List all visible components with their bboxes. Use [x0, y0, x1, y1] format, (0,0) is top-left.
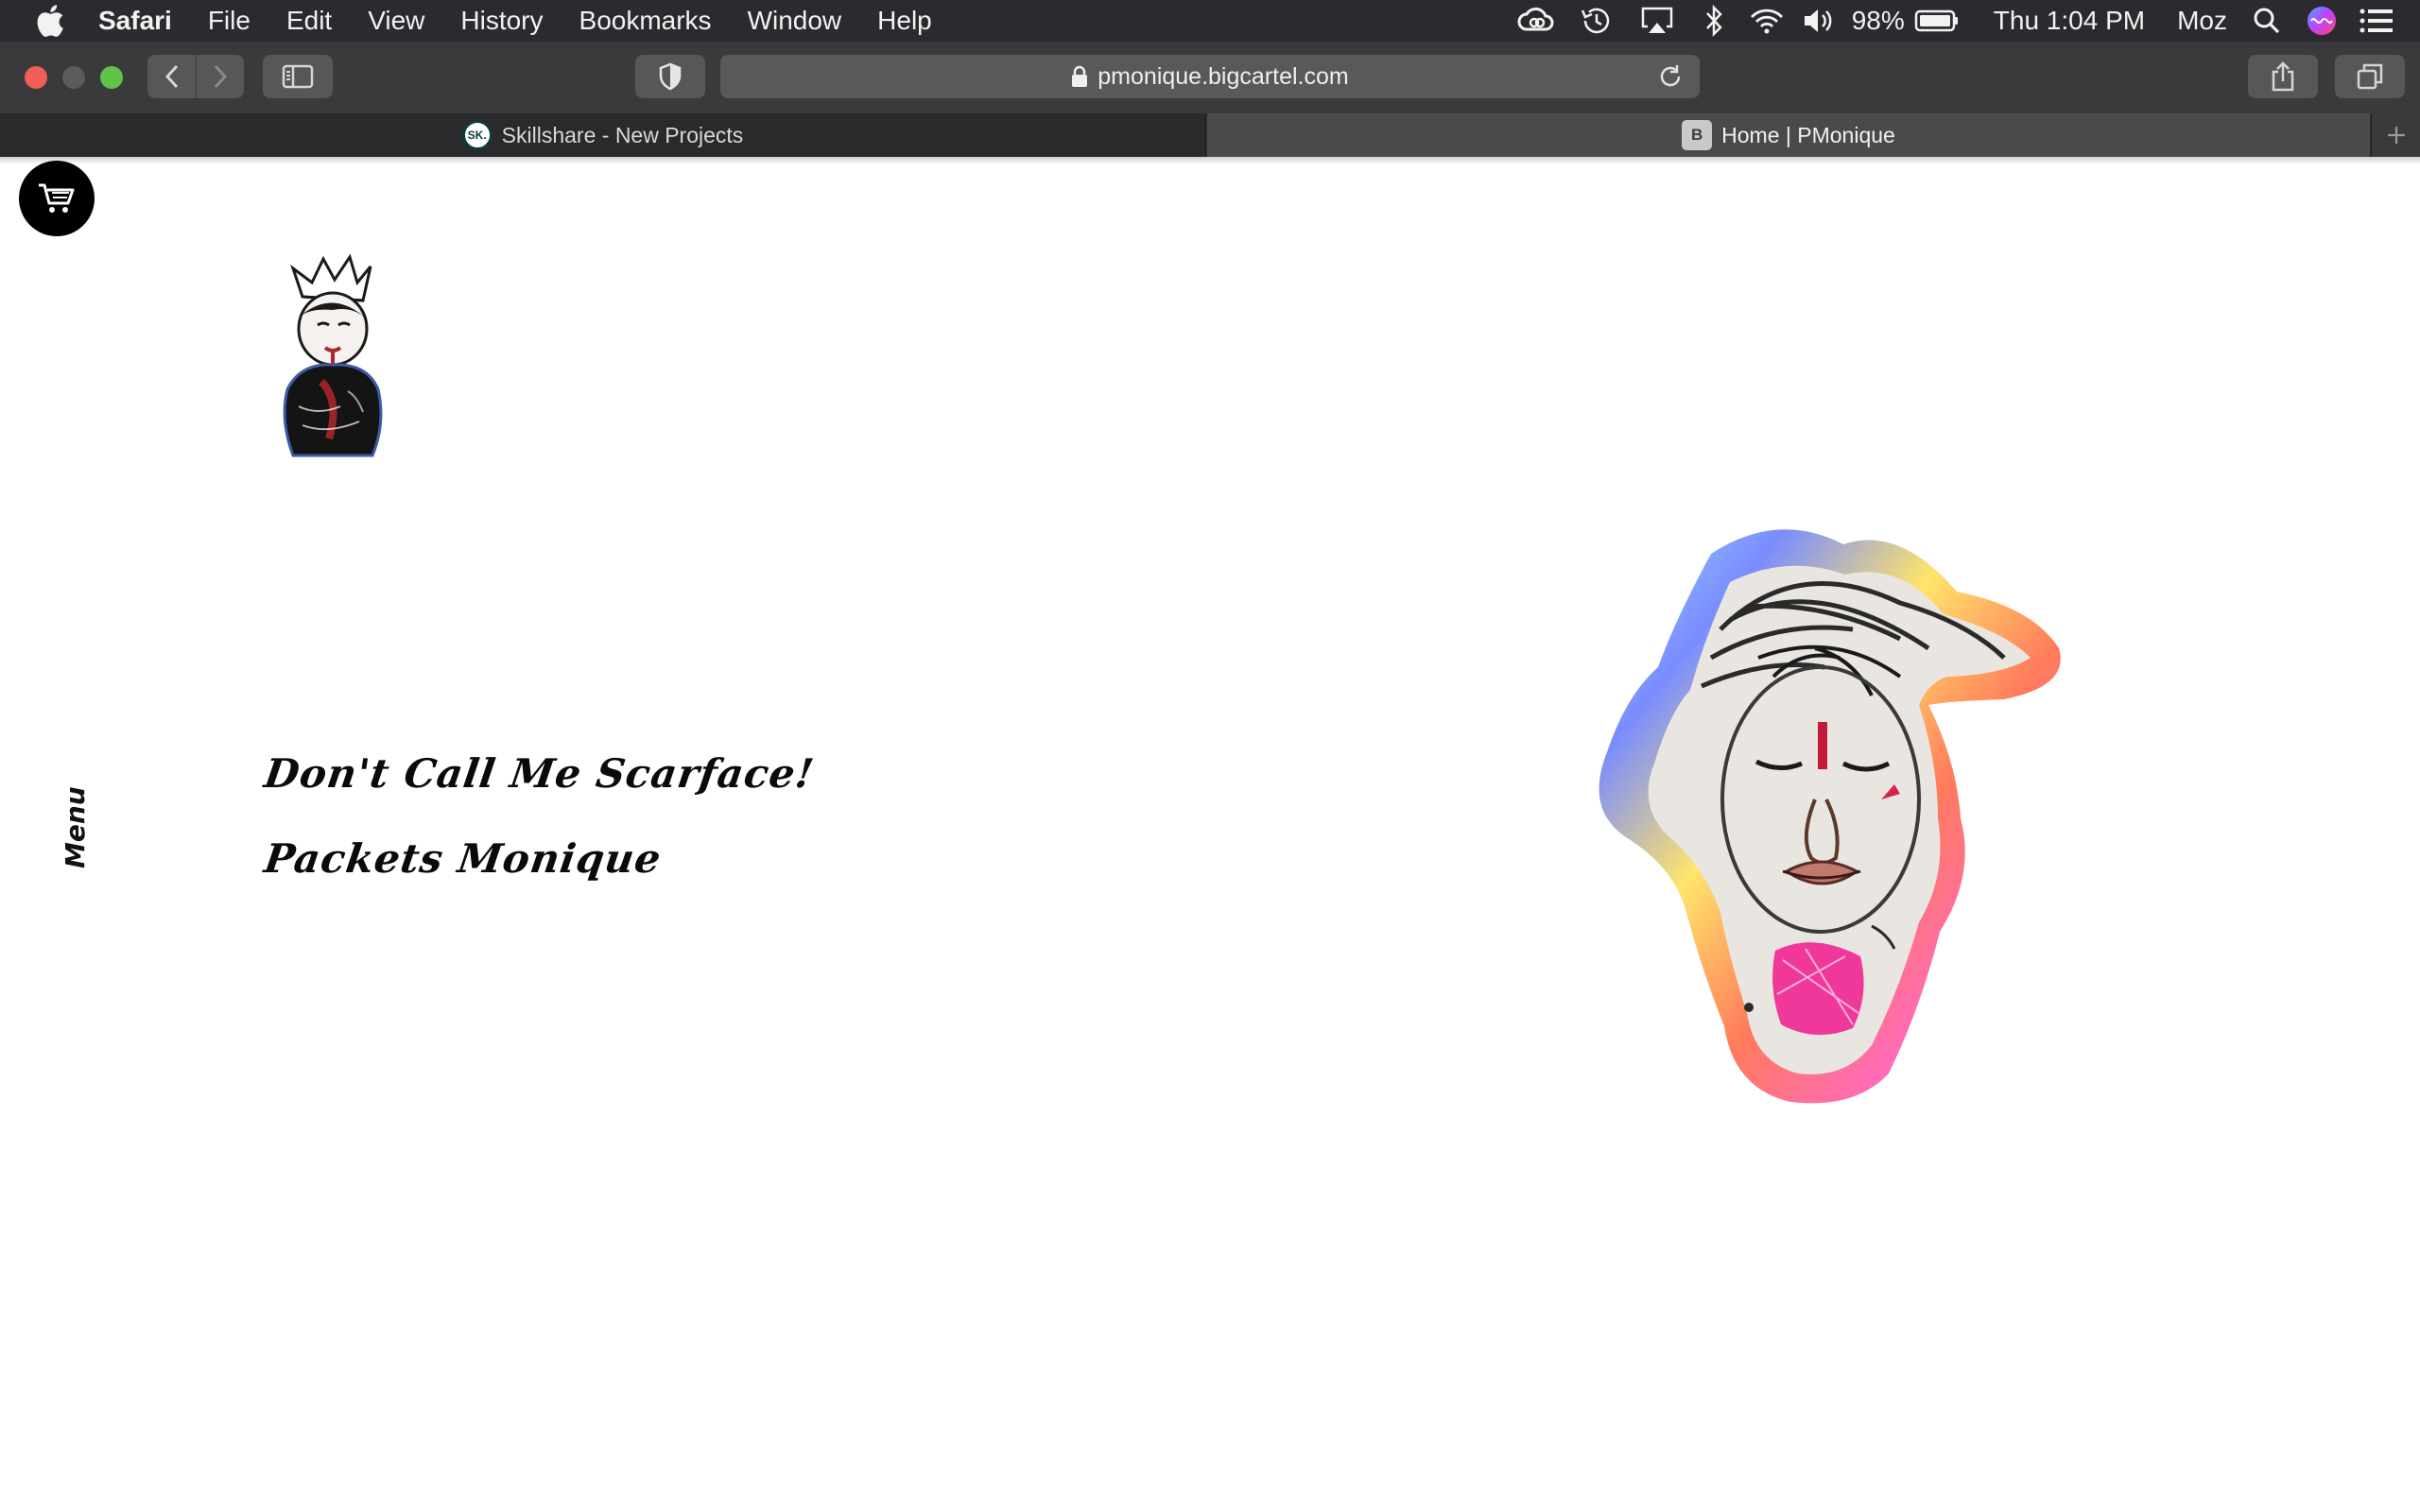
- menu-history[interactable]: History: [460, 6, 543, 36]
- plus-icon: [2387, 127, 2405, 144]
- page-top-shadow: [0, 157, 2420, 164]
- new-tab-button[interactable]: [2371, 113, 2420, 157]
- tab-pmonique[interactable]: B Home | PMonique: [1207, 113, 2370, 157]
- cart-button[interactable]: [19, 161, 95, 236]
- shop-logo[interactable]: [265, 231, 397, 457]
- shopping-cart-icon: [39, 183, 75, 213]
- shop-name[interactable]: Packets Monique: [262, 835, 665, 882]
- product-title[interactable]: Don't Call Me Scarface!: [262, 750, 818, 797]
- chevron-left-icon: [164, 64, 178, 89]
- featured-product-image[interactable]: [1588, 516, 2080, 1111]
- battery-percent: 98%: [1851, 6, 1905, 35]
- clock[interactable]: Thu 1:04 PM: [1994, 6, 2145, 36]
- lock-icon: [1071, 65, 1088, 88]
- volume-icon[interactable]: [1799, 0, 1841, 42]
- menu-toggle[interactable]: Menu: [60, 786, 92, 868]
- tab-title: Skillshare - New Projects: [501, 122, 744, 147]
- menu-bookmarks[interactable]: Bookmarks: [579, 6, 712, 36]
- menu-file[interactable]: File: [208, 6, 251, 36]
- menu-bar: Safari File Edit View History Bookmarks …: [0, 0, 2420, 42]
- address-bar[interactable]: pmonique.bigcartel.com: [720, 55, 1700, 98]
- url-text: pmonique.bigcartel.com: [1098, 62, 1349, 90]
- skillshare-favicon: SK.: [461, 120, 493, 150]
- window-zoom-button[interactable]: [100, 66, 123, 89]
- reload-icon[interactable]: [1656, 62, 1685, 91]
- siri-icon[interactable]: [2301, 0, 2342, 42]
- creative-cloud-icon[interactable]: [1515, 0, 1557, 42]
- tab-title: Home | PMonique: [1721, 122, 1895, 147]
- tabs-icon: [2357, 63, 2383, 90]
- tab-overview-button[interactable]: [2335, 55, 2405, 98]
- menu-view[interactable]: View: [368, 6, 424, 36]
- time-machine-icon[interactable]: [1576, 0, 1617, 42]
- apple-menu-icon[interactable]: [36, 4, 68, 38]
- share-icon: [2272, 61, 2294, 92]
- menu-edit[interactable]: Edit: [286, 6, 332, 36]
- privacy-report-button[interactable]: [635, 55, 705, 98]
- chevron-right-icon: [214, 64, 228, 89]
- airplay-icon[interactable]: [1636, 0, 1678, 42]
- wifi-icon[interactable]: [1746, 0, 1788, 42]
- window-close-button[interactable]: [25, 66, 47, 89]
- back-button[interactable]: [147, 55, 196, 98]
- notification-center-icon[interactable]: [2356, 0, 2397, 42]
- tab-skillshare[interactable]: SK. Skillshare - New Projects: [0, 113, 1206, 157]
- user-name[interactable]: Moz: [2177, 6, 2227, 36]
- menu-help[interactable]: Help: [877, 6, 932, 36]
- window-minimize-button[interactable]: [62, 66, 85, 89]
- battery-icon[interactable]: [1914, 0, 1960, 42]
- navigation-buttons: [147, 55, 244, 98]
- spotlight-icon[interactable]: [2246, 0, 2288, 42]
- bluetooth-icon[interactable]: [1693, 0, 1735, 42]
- sidebar-icon: [282, 64, 314, 89]
- sidebar-button[interactable]: [263, 55, 333, 98]
- bigcartel-favicon: B: [1682, 120, 1713, 150]
- shield-icon: [659, 62, 682, 91]
- share-button[interactable]: [2248, 55, 2318, 98]
- forward-button[interactable]: [196, 55, 244, 98]
- menu-app-safari[interactable]: Safari: [98, 6, 172, 36]
- menu-window[interactable]: Window: [748, 6, 842, 36]
